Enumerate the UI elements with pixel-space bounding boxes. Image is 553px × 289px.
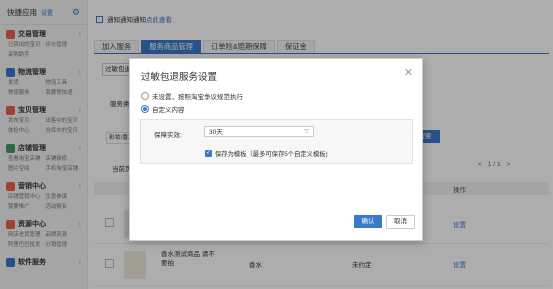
save-template-checkbox[interactable]: ✓ 保存为模板（最多可保存5个自定义模板) bbox=[205, 149, 328, 158]
option-default-label: 未设置，按照淘宝争议规范执行 bbox=[152, 94, 243, 101]
radio-default[interactable] bbox=[141, 92, 149, 100]
period-value: 30天 bbox=[209, 129, 223, 136]
save-template-label: 保存为模板（最多可保存5个自定义模板) bbox=[215, 151, 328, 158]
radio-custom[interactable] bbox=[141, 105, 149, 113]
service-settings-dialog: 过敏包退服务设置 ✕ 未设置，按照淘宝争议规范执行 自定义内容 保障实效: 30… bbox=[129, 58, 423, 241]
checkmark-icon[interactable]: ✓ bbox=[205, 150, 212, 157]
period-select[interactable]: 30天 ▽ bbox=[204, 126, 314, 137]
confirm-button[interactable]: 确认 bbox=[354, 215, 382, 228]
dialog-title: 过敏包退服务设置 bbox=[141, 72, 218, 83]
option-custom[interactable]: 自定义内容 bbox=[141, 104, 185, 114]
close-icon[interactable]: ✕ bbox=[404, 66, 413, 79]
period-label: 保障实效: bbox=[154, 132, 182, 139]
option-custom-label: 自定义内容 bbox=[152, 107, 185, 114]
option-default[interactable]: 未设置，按照淘宝争议规范执行 bbox=[141, 91, 243, 101]
cancel-button[interactable]: 取消 bbox=[386, 215, 415, 229]
custom-settings-panel: 保障实效: 30天 ▽ ✓ 保存为模板（最多可保存5个自定义模板) bbox=[140, 119, 413, 164]
chevron-down-icon: ▽ bbox=[304, 129, 309, 135]
